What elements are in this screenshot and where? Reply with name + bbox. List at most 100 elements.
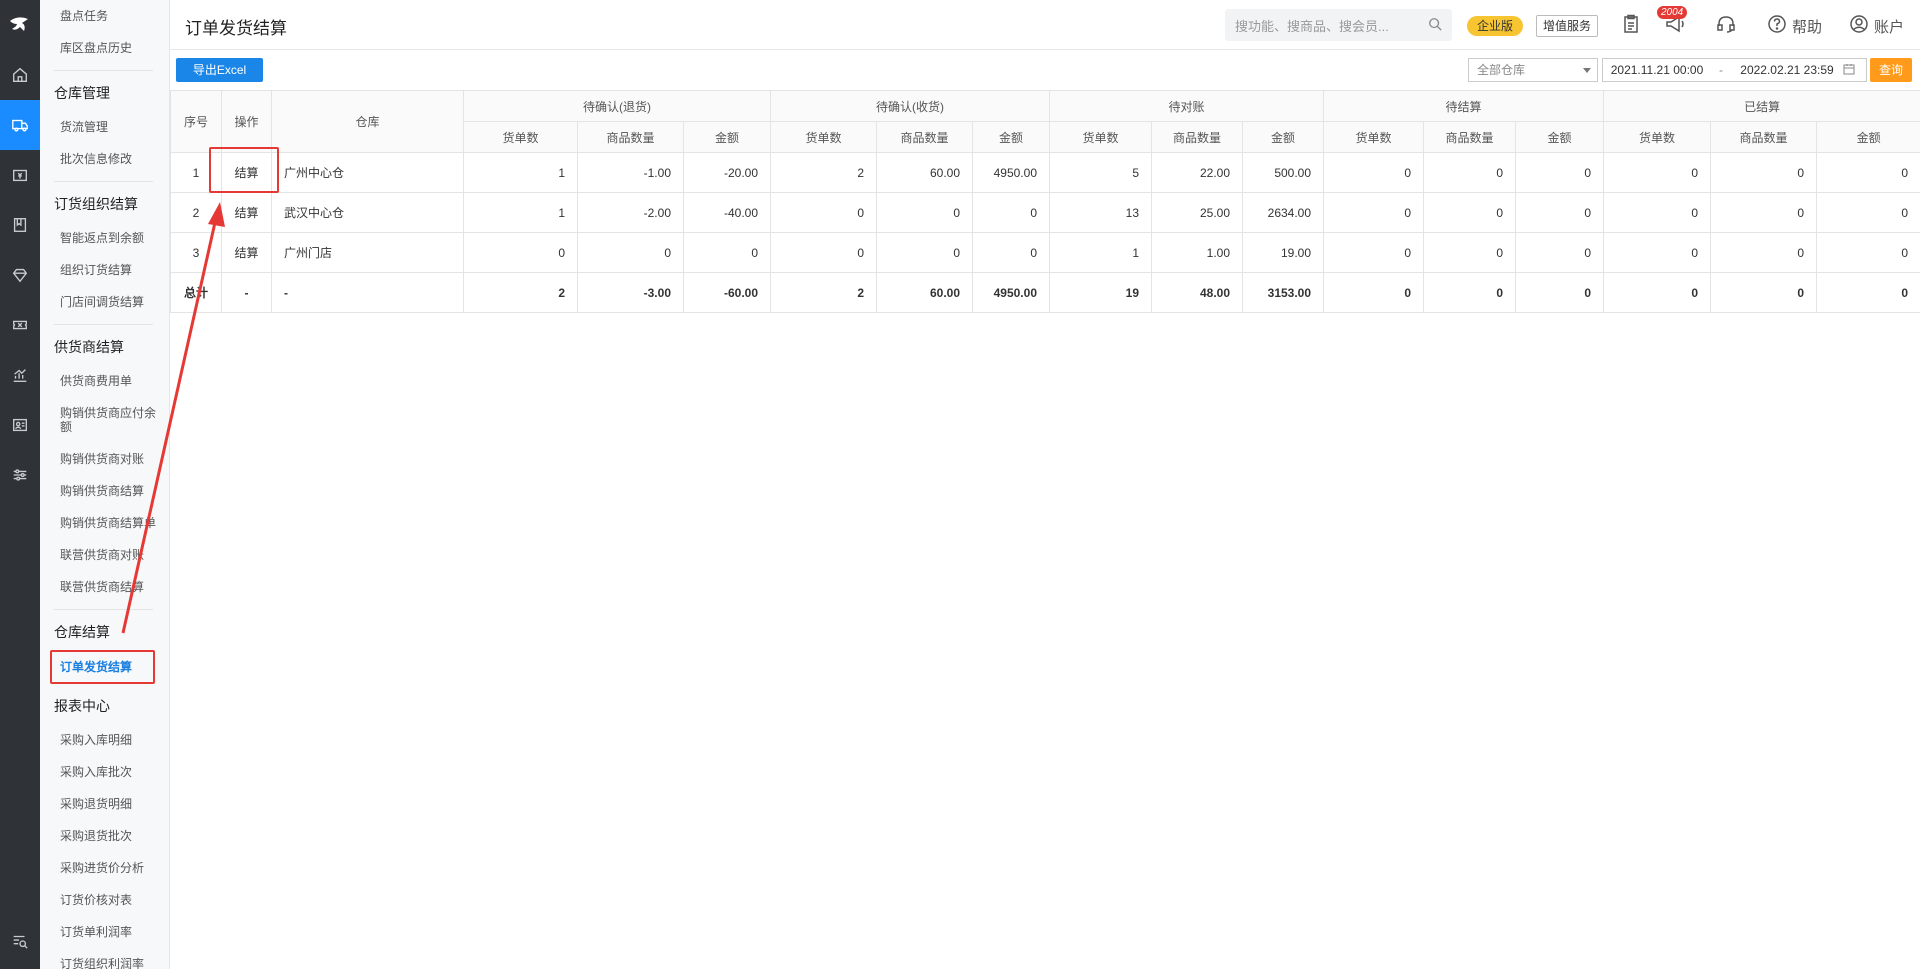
value-cell: 0	[1323, 232, 1425, 273]
secondary-menu: 盘点任务 库区盘点历史 仓库管理 货流管理 批次信息修改 订货组织结算 智能返点…	[40, 0, 170, 969]
menu-item-supplier-payable[interactable]: 购销供货商应付余额	[40, 397, 169, 443]
value-cell: 0	[1816, 272, 1920, 313]
group-header-pending-receive: 待确认(收货)	[770, 90, 1050, 122]
sub-header-settled-2: 金额	[1816, 121, 1920, 153]
menu-item-purchase-price-analysis[interactable]: 采购进货价分析	[40, 852, 169, 884]
menu-item-purchase-return-batch[interactable]: 采购退货批次	[40, 820, 169, 852]
menu-item-goods-flow[interactable]: 货流管理	[40, 111, 169, 143]
value-cell: 1	[463, 192, 578, 233]
warehouse-select[interactable]: 全部仓库	[1468, 58, 1598, 82]
app-root: 盘点任务 库区盘点历史 仓库管理 货流管理 批次信息修改 订货组织结算 智能返点…	[0, 0, 1920, 969]
menu-item-supplier-settle[interactable]: 购销供货商结算	[40, 475, 169, 507]
value-cell: 0	[876, 192, 973, 233]
value-cell: -20.00	[683, 152, 771, 193]
value-cell: 19	[1049, 272, 1152, 313]
menu-item-org-profit[interactable]: 订货组织利润率	[40, 948, 169, 969]
menu-item-supplier-settle-doc[interactable]: 购销供货商结算单	[40, 507, 169, 539]
table-row: 1 结算 广州中心仓 1 -1.00 -20.00 2 60.00 4950.00 5 22.00 5…	[170, 152, 1920, 193]
wallet-icon[interactable]	[0, 150, 40, 200]
menu-item-order-delivery-settlement[interactable]: 订单发货结算	[50, 650, 155, 684]
account-label: 账户	[1874, 18, 1905, 36]
chevron-down-icon	[1583, 68, 1591, 73]
menu-item-jv-supplier-settle[interactable]: 联营供货商结算	[40, 571, 169, 603]
total-action: -	[221, 272, 272, 313]
delivery-icon[interactable]	[0, 100, 40, 150]
home-icon[interactable]	[0, 50, 40, 100]
query-button[interactable]: 查询	[1870, 58, 1912, 82]
sliders-icon[interactable]	[0, 450, 40, 500]
menu-item-purchase-in-batch[interactable]: 采购入库批次	[40, 756, 169, 788]
value-cell: 2	[770, 152, 877, 193]
value-cell: 0	[1603, 192, 1712, 233]
warehouse-name: 广州门店	[271, 232, 464, 273]
help-button[interactable]: 帮助	[1766, 13, 1822, 39]
search-input[interactable]: 搜功能、搜商品、搜会员...	[1225, 9, 1452, 41]
value-cell: -3.00	[577, 272, 684, 313]
menu-item-supplier-reconcile[interactable]: 购销供货商对账	[40, 443, 169, 475]
menu-item-org-order-settlement[interactable]: 组织订货结算	[40, 254, 169, 286]
logo-icon[interactable]	[0, 0, 40, 50]
table-body: 1 结算 广州中心仓 1 -1.00 -20.00 2 60.00 4950.00 5 22.00 5…	[170, 152, 1920, 313]
menu-item-store-transfer-settlement[interactable]: 门店间调货结算	[40, 286, 169, 318]
menu-item-batch-edit[interactable]: 批次信息修改	[40, 143, 169, 175]
value-cell: 3153.00	[1241, 272, 1325, 313]
headset-icon[interactable]	[1715, 13, 1737, 35]
search-list-icon[interactable]	[0, 921, 40, 961]
value-cell: 0	[1603, 152, 1712, 193]
ticket-icon[interactable]	[0, 300, 40, 350]
row-number: 3	[170, 232, 222, 273]
page-title: 订单发货结算	[185, 19, 287, 38]
value-cell: 1.00	[1151, 232, 1243, 273]
clipboard-icon[interactable]	[1620, 13, 1642, 35]
settlement-table: 序号 操作 仓库 待确认(退货) 待确认(收货) 待对账 待结算 已结算 货单数…	[170, 90, 1920, 313]
date-start[interactable]: 2021.11.21 00:00	[1603, 63, 1711, 77]
group-header-pending-return: 待确认(退货)	[463, 90, 771, 122]
search-icon[interactable]	[1428, 17, 1442, 34]
value-cell: 0	[972, 232, 1050, 273]
value-cell: 0	[1515, 232, 1605, 273]
value-cell: 0	[1603, 272, 1712, 313]
book-icon[interactable]	[0, 200, 40, 250]
value-cell: 48.00	[1151, 272, 1243, 313]
date-end[interactable]: 2022.02.21 23:59	[1731, 63, 1843, 77]
value-cell: 500.00	[1241, 152, 1325, 193]
date-range-picker[interactable]: 2021.11.21 00:00 - 2022.02.21 23:59	[1602, 58, 1867, 82]
value-service-button[interactable]: 增值服务	[1536, 15, 1599, 37]
menu-item-zone-count-history[interactable]: 库区盘点历史	[40, 32, 169, 64]
menu-divider	[54, 70, 153, 71]
value-cell: 25.00	[1151, 192, 1243, 233]
account-button[interactable]: 账户	[1848, 13, 1904, 39]
value-cell: 0	[1323, 152, 1425, 193]
menu-item-order-profit[interactable]: 订货单利润率	[40, 916, 169, 948]
menu-item-supplier-fee[interactable]: 供货商费用单	[40, 365, 169, 397]
value-cell: 0	[1816, 152, 1920, 193]
warehouse-name: 武汉中心仓	[271, 192, 464, 233]
top-header: 订单发货结算 搜功能、搜商品、搜会员... 企业版 增值服务 2004 帮助 账…	[170, 0, 1920, 50]
settle-link[interactable]: 结算	[221, 232, 272, 273]
menu-item-smart-rebate[interactable]: 智能返点到余额	[40, 222, 169, 254]
value-cell: 0	[770, 232, 877, 273]
calendar-icon[interactable]	[1843, 63, 1861, 78]
enterprise-badge[interactable]: 企业版	[1467, 16, 1524, 36]
user-icon	[1848, 13, 1870, 39]
sub-header-pending-settle-0: 货单数	[1323, 121, 1425, 153]
value-cell: 2	[770, 272, 877, 313]
menu-item-purchase-in-detail[interactable]: 采购入库明细	[40, 724, 169, 756]
chart-icon[interactable]	[0, 350, 40, 400]
diamond-icon[interactable]	[0, 250, 40, 300]
menu-group-supplier-settlement: 供货商结算	[54, 339, 124, 355]
menu-item-inventory-task[interactable]: 盘点任务	[40, 0, 169, 32]
value-cell: 0	[876, 232, 973, 273]
value-cell: -2.00	[577, 192, 684, 233]
search-placeholder: 搜功能、搜商品、搜会员...	[1235, 18, 1389, 34]
value-cell: 0	[1423, 192, 1517, 233]
menu-item-jv-supplier-reconcile[interactable]: 联营供货商对账	[40, 539, 169, 571]
export-excel-button[interactable]: 导出Excel	[176, 58, 263, 82]
value-cell: 0	[1323, 272, 1425, 313]
id-card-icon[interactable]	[0, 400, 40, 450]
menu-item-order-price-check[interactable]: 订货价核对表	[40, 884, 169, 916]
sub-header-settled-0: 货单数	[1603, 121, 1712, 153]
menu-item-purchase-return-detail[interactable]: 采购退货明细	[40, 788, 169, 820]
sub-header-pending-reconcile-2: 金额	[1241, 121, 1325, 153]
settle-link[interactable]: 结算	[221, 192, 272, 233]
